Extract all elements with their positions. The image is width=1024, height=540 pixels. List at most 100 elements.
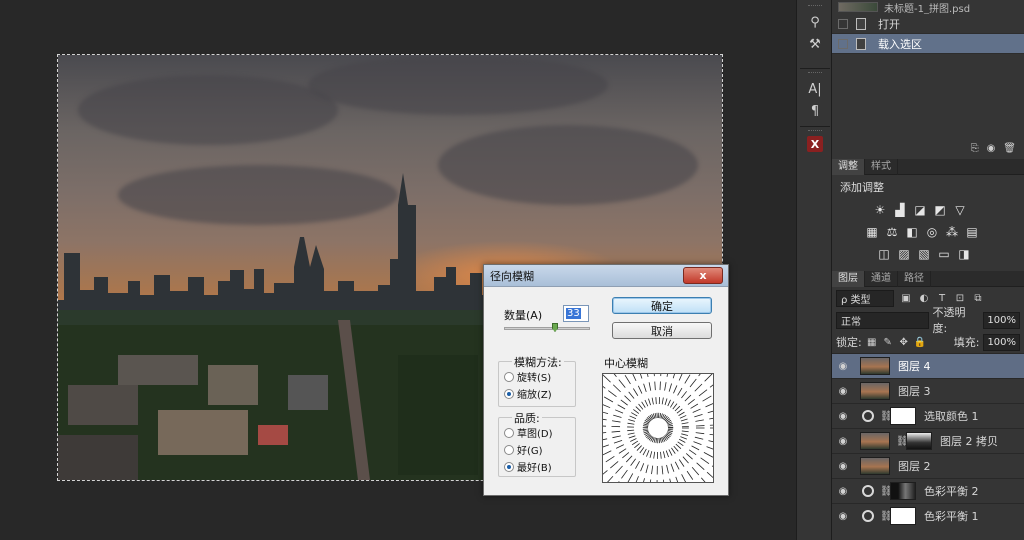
brightness-icon[interactable]: ☀: [872, 203, 888, 217]
link-icon[interactable]: ⛓: [880, 411, 893, 422]
gradient-map-icon[interactable]: ▭: [936, 247, 952, 261]
trash-icon[interactable]: 🗑: [1003, 143, 1016, 157]
history-item[interactable]: 打开: [832, 14, 1024, 34]
panel-grip[interactable]: [808, 5, 822, 8]
layer-row[interactable]: ◉ ⛓ 图层 2 拷贝: [832, 428, 1024, 453]
layer-row[interactable]: ◉ 图层 3: [832, 378, 1024, 403]
tool-presets-icon[interactable]: ⚒: [800, 33, 830, 55]
amount-slider-thumb[interactable]: [552, 323, 558, 332]
vibrance-icon[interactable]: ▽: [952, 203, 968, 217]
lock-paint-icon[interactable]: ✎: [882, 336, 894, 348]
layer-mask-thumbnail[interactable]: [890, 507, 916, 525]
radio-option[interactable]: 旋转(S): [504, 369, 551, 384]
opacity-input[interactable]: 100%: [983, 311, 1020, 329]
radio-button[interactable]: [504, 427, 514, 438]
camera-icon[interactable]: ◉: [987, 143, 996, 157]
layer-thumbnail[interactable]: [860, 382, 890, 400]
radio-option[interactable]: 草图(D): [504, 425, 553, 440]
history-brush-icon[interactable]: ⚲: [800, 11, 830, 33]
lock-all-icon[interactable]: 🔒: [914, 336, 926, 348]
eye-icon[interactable]: ◉: [832, 436, 854, 447]
photo-filter-icon[interactable]: ◎: [924, 225, 940, 239]
levels-icon[interactable]: ▟: [892, 203, 908, 217]
color-lookup-icon[interactable]: ▤: [964, 225, 980, 239]
close-button[interactable]: x: [683, 267, 723, 284]
amount-input[interactable]: 33: [563, 305, 589, 322]
layer-mask-thumbnail[interactable]: [906, 432, 932, 450]
invert-icon[interactable]: ◫: [876, 247, 892, 261]
radio-option[interactable]: 好(G): [504, 442, 543, 457]
layer-name: 色彩平衡 2: [924, 485, 979, 498]
layer-mask-thumbnail[interactable]: [890, 482, 916, 500]
eye-icon[interactable]: ◉: [832, 361, 854, 372]
posterize-icon[interactable]: ▨: [896, 247, 912, 261]
layer-row[interactable]: ◉ ⛓ 色彩平衡 2: [832, 478, 1024, 503]
preview-line: [667, 430, 673, 433]
tab-styles[interactable]: 样式: [865, 159, 898, 175]
snapshot-checkbox[interactable]: [838, 38, 848, 49]
eye-icon[interactable]: ◉: [832, 461, 854, 472]
color-balance-icon[interactable]: ⚖: [884, 225, 900, 239]
shape-filter-icon[interactable]: ⊡: [954, 292, 966, 304]
preview-line: [650, 479, 652, 482]
channel-mixer-icon[interactable]: ⁂: [944, 225, 960, 239]
history-item[interactable]: 载入选区: [832, 34, 1024, 54]
link-icon[interactable]: ⛓: [896, 436, 909, 447]
tab-adjustments[interactable]: 调整: [832, 159, 865, 175]
preview-line: [687, 399, 695, 405]
radio-button[interactable]: [504, 461, 514, 472]
new-document-icon[interactable]: ⎘: [971, 143, 979, 157]
snapshot-checkbox[interactable]: [838, 18, 848, 29]
type-filter-icon[interactable]: T: [936, 292, 948, 304]
layer-thumbnail[interactable]: [860, 357, 890, 375]
preview-line: [631, 412, 638, 417]
ok-button[interactable]: 确定: [612, 297, 712, 314]
black-white-icon[interactable]: ◧: [904, 225, 920, 239]
tab-layers[interactable]: 图层: [832, 271, 865, 287]
layer-row[interactable]: ◉ ⛓ 选取颜色 1: [832, 403, 1024, 428]
radio-option[interactable]: 最好(B): [504, 459, 552, 474]
preview-line: [612, 435, 621, 439]
layer-row[interactable]: ◉ 图层 2: [832, 453, 1024, 478]
tab-paths[interactable]: 路径: [898, 271, 931, 287]
link-icon[interactable]: ⛓: [880, 486, 893, 497]
image-filter-icon[interactable]: ▣: [900, 292, 912, 304]
layer-mask-thumbnail[interactable]: [890, 407, 916, 425]
panel-grip[interactable]: [808, 130, 822, 133]
tab-channels[interactable]: 通道: [865, 271, 898, 287]
hue-saturation-icon[interactable]: ▦: [864, 225, 880, 239]
layer-row[interactable]: ◉ ⛓ 色彩平衡 1: [832, 503, 1024, 528]
amount-slider-track[interactable]: [504, 327, 590, 330]
layer-thumbnail[interactable]: [860, 432, 890, 450]
radio-button[interactable]: [504, 444, 514, 455]
cancel-button[interactable]: 取消: [612, 322, 712, 339]
lock-move-icon[interactable]: ✥: [898, 336, 910, 348]
radio-button[interactable]: [504, 388, 514, 399]
plugin-x-icon[interactable]: X: [807, 136, 823, 152]
lock-transparent-icon[interactable]: ▦: [866, 336, 878, 348]
layer-filter-select[interactable]: ρ 类型: [836, 289, 894, 307]
selective-color-icon[interactable]: ◨: [956, 247, 972, 261]
smart-object-filter-icon[interactable]: ⧉: [972, 292, 984, 304]
radio-button[interactable]: [504, 371, 514, 382]
character-panel-icon[interactable]: A|: [800, 78, 830, 100]
curves-icon[interactable]: ◪: [912, 203, 928, 217]
eye-icon[interactable]: ◉: [832, 386, 854, 397]
fill-input[interactable]: 100%: [983, 333, 1021, 351]
layer-row[interactable]: ◉ 图层 4: [832, 353, 1024, 378]
eye-icon[interactable]: ◉: [832, 486, 854, 497]
exposure-icon[interactable]: ◩: [932, 203, 948, 217]
adjustment-filter-icon[interactable]: ◐: [918, 292, 930, 304]
layer-thumbnail[interactable]: [860, 457, 890, 475]
eye-icon[interactable]: ◉: [832, 411, 854, 422]
panel-grip[interactable]: [808, 72, 822, 75]
blur-center-preview[interactable]: [602, 373, 714, 483]
preview-line: [691, 466, 700, 476]
threshold-icon[interactable]: ▧: [916, 247, 932, 261]
blend-mode-select[interactable]: 正常: [836, 311, 929, 329]
radio-option[interactable]: 缩放(Z): [504, 386, 552, 401]
history-snapshot-row[interactable]: 未标题-1_拼图.psd: [832, 0, 1024, 14]
link-icon[interactable]: ⛓: [880, 511, 893, 522]
eye-icon[interactable]: ◉: [832, 511, 854, 522]
paragraph-panel-icon[interactable]: ¶: [800, 100, 830, 122]
